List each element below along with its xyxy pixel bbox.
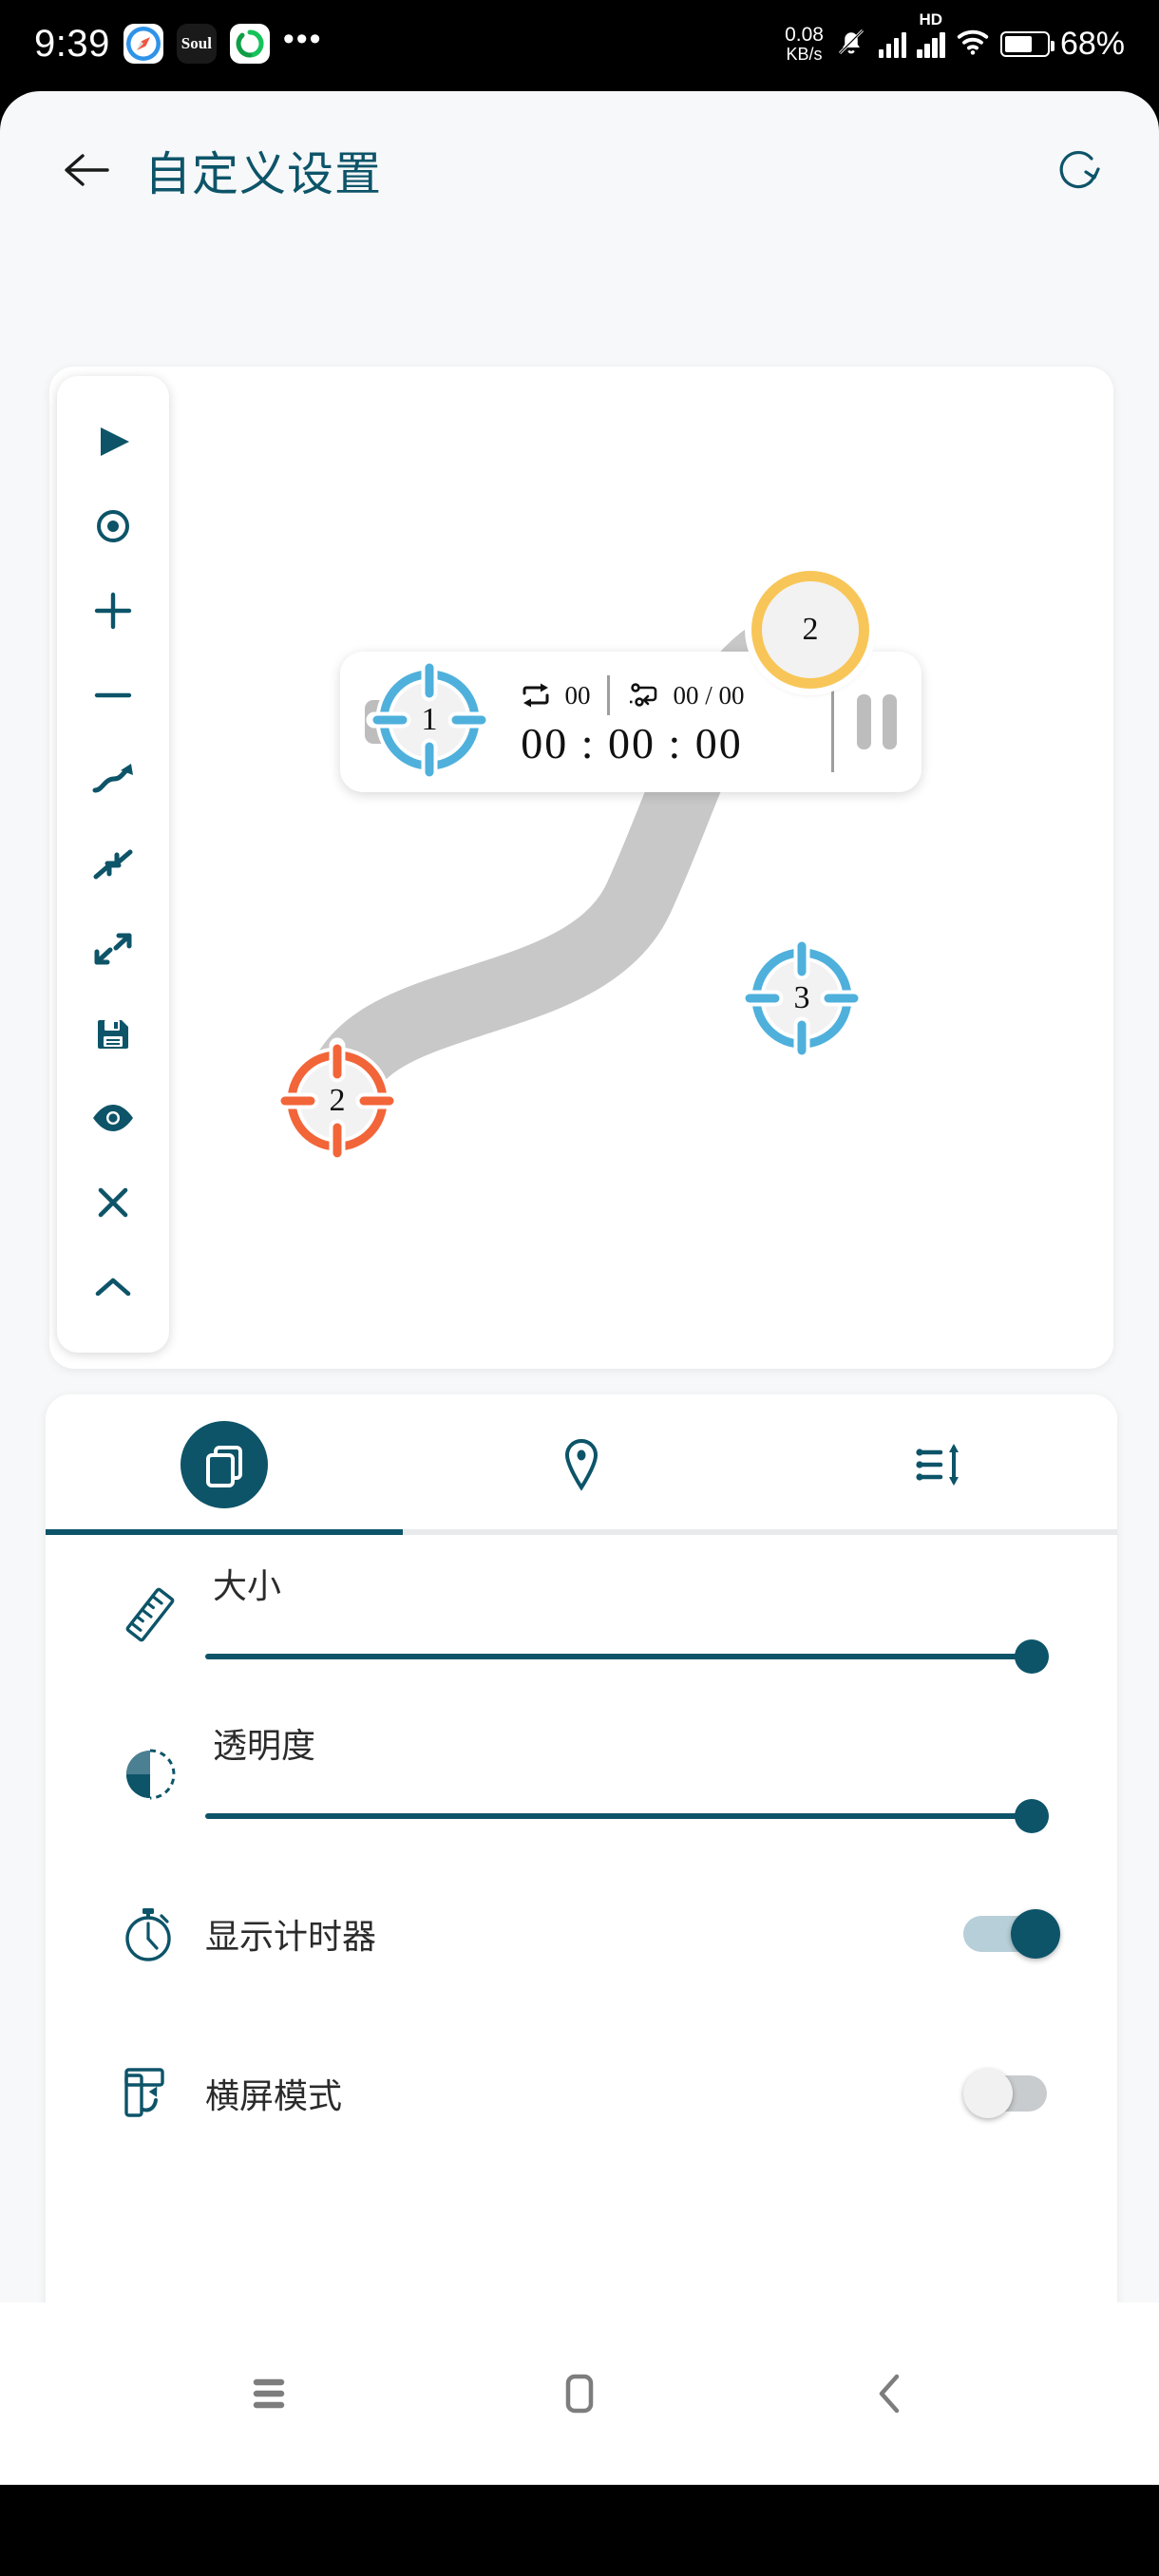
repeat-count: 00 <box>564 680 591 710</box>
copy-layers-icon <box>180 1421 268 1508</box>
soul-app-label: Soul <box>180 34 212 52</box>
network-speed-unit: KB/s <box>786 44 823 64</box>
minus-icon[interactable] <box>77 666 149 725</box>
play-icon[interactable] <box>77 412 149 471</box>
marker-1[interactable]: 1 <box>365 655 494 785</box>
repeat-icon <box>522 683 549 708</box>
status-time: 9:39 <box>34 22 110 65</box>
back-chevron-icon[interactable] <box>833 2337 947 2451</box>
status-bar-right: 0.08 KB/s HD 68% <box>785 10 1125 64</box>
signal-bars-icon <box>878 29 907 58</box>
soul-app-icon: Soul <box>176 24 217 64</box>
arrows-in-icon[interactable] <box>77 835 149 894</box>
safari-icon <box>123 24 163 64</box>
page-title: 自定义设置 <box>144 148 383 200</box>
marker-label: 1 <box>421 702 438 737</box>
tab-settings[interactable] <box>760 1394 1117 1535</box>
row-show-timer: 显示计时器 <box>46 1854 1117 2014</box>
record-target-icon[interactable] <box>77 497 149 556</box>
x-icon[interactable] <box>77 1173 149 1232</box>
elapsed-time: 00 : 00 : 00 <box>521 719 743 767</box>
marker-label: 2 <box>329 1083 346 1118</box>
pause-icon[interactable] <box>857 694 897 749</box>
app-header: 自定义设置 <box>0 91 1159 249</box>
sync-app-icon <box>229 24 270 64</box>
ruler-icon <box>104 1582 196 1648</box>
editor-canvas[interactable]: 00 00 / 00 00: 00: 00 1 2 3 2 <box>49 367 1113 1369</box>
row-label: 大小 <box>213 1566 282 1605</box>
row-label: 横屏模式 <box>205 2076 343 2115</box>
settings-rows: 大小 透明度 显示计时器 横屏模式 <box>46 1535 1117 2173</box>
status-bar-left: 9:39 Soul ••• <box>34 23 323 66</box>
plus-icon[interactable] <box>77 581 149 640</box>
tab-indicator <box>46 1529 1117 1535</box>
show-timer-toggle[interactable] <box>963 1909 1060 1959</box>
row-opacity: 透明度 <box>46 1695 1117 1854</box>
phone-screen: 9:39 Soul ••• 0.08 KB/s HD 68% 自定义设置 00 … <box>0 0 1159 2576</box>
tab-layers[interactable] <box>46 1394 403 1535</box>
opacity-icon <box>104 1741 196 1808</box>
toggle-knob <box>1011 1909 1060 1959</box>
status-bar: 9:39 Soul ••• 0.08 KB/s HD 68% <box>0 0 1159 91</box>
row-landscape: 横屏模式 <box>46 2014 1117 2173</box>
slider-thumb[interactable] <box>1015 1799 1049 1833</box>
row-body: 透明度 <box>196 1718 1062 1833</box>
hd-signal-group: HD <box>917 10 945 58</box>
home-square-icon[interactable] <box>522 2337 636 2451</box>
row-body: 横屏模式 <box>196 2069 1062 2118</box>
floppy-save-icon[interactable] <box>77 1004 149 1063</box>
network-speed-value: 0.08 <box>785 24 824 47</box>
route-counter: 00 / 00 <box>610 681 761 710</box>
repeat-counter: 00 <box>502 681 607 710</box>
arrows-out-icon[interactable] <box>77 919 149 978</box>
marker-3[interactable]: 3 <box>737 934 866 1063</box>
marker-2-selected[interactable]: 2 <box>751 571 869 689</box>
marker-label: 3 <box>793 980 810 1015</box>
panel-tabs <box>46 1394 1117 1535</box>
row-body: 大小 <box>196 1559 1062 1674</box>
rotate-screen-icon <box>104 2060 196 2127</box>
slider-track <box>205 1813 1045 1819</box>
size-slider[interactable] <box>205 1639 1049 1674</box>
menu-icon[interactable] <box>212 2337 326 2451</box>
opacity-slider[interactable] <box>205 1799 1049 1833</box>
battery-icon <box>999 30 1054 57</box>
app-surface: 自定义设置 00 00 / 00 00: 00: 00 1 2 3 2 大小… <box>0 91 1159 2485</box>
wifi-icon <box>956 28 990 61</box>
hd-label: HD <box>919 10 942 28</box>
route-path <box>302 602 845 1147</box>
stopwatch-icon <box>104 1901 196 1967</box>
toggle-knob <box>963 2069 1013 2118</box>
bell-mute-icon <box>834 25 868 64</box>
map-pin-icon <box>538 1421 625 1508</box>
android-nav-bar <box>0 2302 1159 2485</box>
row-label: 显示计时器 <box>205 1917 377 1956</box>
slider-track <box>205 1654 1045 1659</box>
signal-bars-icon-2 <box>917 29 945 58</box>
editor-toolbar <box>57 376 169 1353</box>
chevron-up-icon[interactable] <box>77 1258 149 1316</box>
tab-location[interactable] <box>403 1394 760 1535</box>
landscape-toggle[interactable] <box>963 2069 1060 2118</box>
marker-2-orange[interactable]: 2 <box>273 1036 402 1165</box>
network-speed: 0.08 KB/s <box>785 25 824 63</box>
slider-thumb[interactable] <box>1015 1639 1049 1674</box>
row-label: 透明度 <box>213 1726 316 1765</box>
settings-panel: 大小 透明度 显示计时器 横屏模式 <box>46 1394 1117 2447</box>
sliders-icon <box>895 1421 982 1508</box>
back-arrow-icon[interactable] <box>57 142 114 199</box>
refresh-icon[interactable] <box>1047 139 1110 201</box>
eye-icon[interactable] <box>77 1089 149 1147</box>
battery-percent: 68% <box>1059 25 1125 62</box>
row-body: 显示计时器 <box>196 1909 1062 1959</box>
route-icon <box>630 683 657 707</box>
row-size: 大小 <box>46 1535 1117 1695</box>
route-progress: 00 / 00 <box>673 680 745 710</box>
marker-label: 2 <box>802 612 819 647</box>
curved-arrow-icon[interactable] <box>77 750 149 809</box>
status-overflow-dots: ••• <box>282 20 323 57</box>
